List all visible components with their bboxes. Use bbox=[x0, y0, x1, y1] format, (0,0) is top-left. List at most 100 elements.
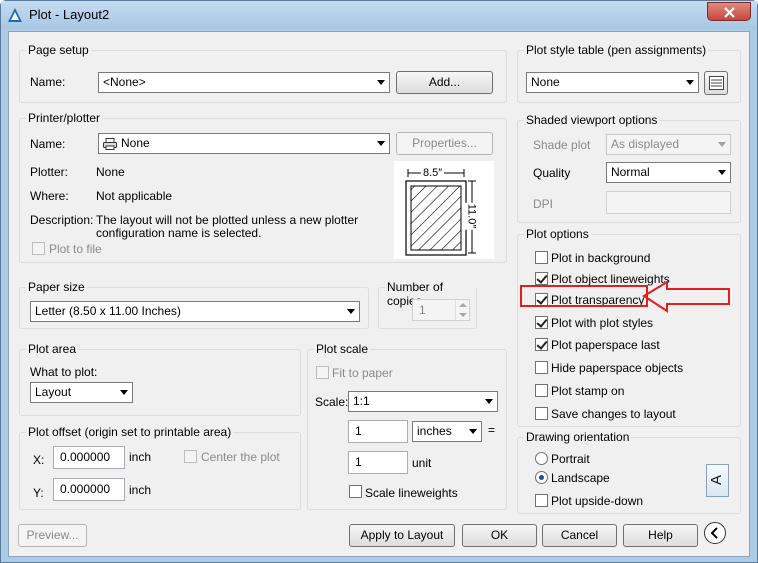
paper-preview: 8.5″ 11.0″ bbox=[394, 161, 494, 259]
help-button[interactable]: Help bbox=[623, 524, 698, 547]
close-button[interactable] bbox=[707, 2, 751, 21]
chevron-down-icon bbox=[377, 80, 385, 85]
plot-options-group: Plot options Plot in background Plot obje… bbox=[517, 227, 741, 427]
orientation-title: Drawing orientation bbox=[524, 430, 632, 444]
plot-option-label: Save changes to layout bbox=[551, 407, 676, 421]
paper-size-combo[interactable]: Letter (8.50 x 11.00 Inches) bbox=[30, 301, 360, 322]
scale-value: 1:1 bbox=[353, 394, 370, 408]
annotation-highlight-box bbox=[520, 285, 648, 307]
preview-button[interactable]: Preview... bbox=[18, 524, 87, 547]
plot-offset-group: Plot offset (origin set to printable are… bbox=[19, 425, 301, 510]
shade-plot-combo[interactable]: As displayed bbox=[606, 134, 731, 155]
offset-y-label: Y: bbox=[33, 486, 44, 500]
autocad-logo-icon bbox=[8, 8, 22, 22]
close-icon bbox=[724, 7, 735, 18]
less-options-button[interactable] bbox=[704, 522, 726, 544]
shaded-title: Shaded viewport options bbox=[524, 113, 660, 127]
plot-option-checkbox[interactable] bbox=[535, 316, 548, 329]
scale-value2: 1 bbox=[355, 455, 362, 469]
cancel-button[interactable]: Cancel bbox=[542, 524, 617, 547]
plot-option-label: Plot stamp on bbox=[551, 384, 625, 398]
title-bar[interactable]: Plot - Layout2 bbox=[1, 1, 757, 29]
plot-option-checkbox[interactable] bbox=[535, 251, 548, 264]
scale-value1: 1 bbox=[355, 424, 362, 438]
plot-area-title: Plot area bbox=[26, 342, 79, 356]
edit-plot-style-button[interactable] bbox=[704, 71, 728, 95]
page-setup-name-label: Name: bbox=[30, 75, 66, 89]
page-setup-group: Page setup Name: <None> Add... bbox=[19, 43, 507, 103]
scale-lineweights-checkbox[interactable] bbox=[349, 485, 362, 498]
shade-plot-value: As displayed bbox=[611, 137, 680, 151]
where-value: Not applicable bbox=[96, 189, 173, 203]
offset-x-value: 0.000000 bbox=[60, 450, 111, 464]
portrait-radio[interactable] bbox=[535, 452, 548, 465]
plot-style-value: None bbox=[531, 75, 560, 89]
center-plot-label: Center the plot bbox=[201, 450, 280, 464]
chevron-down-icon bbox=[718, 142, 726, 147]
chevron-down-icon bbox=[686, 80, 694, 85]
plot-option-label: Plot paperspace last bbox=[551, 338, 660, 352]
chevron-down-icon bbox=[120, 390, 128, 395]
properties-button[interactable]: Properties... bbox=[396, 132, 493, 155]
upside-down-checkbox[interactable] bbox=[535, 494, 548, 507]
page-setup-name-combo[interactable]: <None> bbox=[98, 72, 390, 93]
what-to-plot-label: What to plot: bbox=[30, 365, 98, 379]
where-label: Where: bbox=[30, 189, 69, 203]
plot-option-checkbox[interactable] bbox=[535, 361, 548, 374]
shaded-viewport-group: Shaded viewport options Shade plot As di… bbox=[517, 113, 741, 223]
window-title: Plot - Layout2 bbox=[29, 7, 110, 22]
plot-style-combo[interactable]: None bbox=[526, 72, 699, 93]
offset-y-value: 0.000000 bbox=[60, 482, 111, 496]
plot-option-label: Hide paperspace objects bbox=[551, 361, 684, 375]
scale-value1-input[interactable]: 1 bbox=[348, 420, 408, 443]
plot-offset-title: Plot offset (origin set to printable are… bbox=[26, 425, 234, 439]
landscape-radio[interactable] bbox=[535, 471, 548, 484]
drawing-orientation-group: Drawing orientation Portrait Landscape P… bbox=[517, 430, 741, 514]
printer-plotter-title: Printer/plotter bbox=[26, 111, 103, 125]
quality-combo[interactable]: Normal bbox=[606, 162, 731, 183]
chevron-down-icon bbox=[469, 429, 477, 434]
paper-size-group: Paper size Letter (8.50 x 11.00 Inches) bbox=[19, 280, 369, 329]
plot-style-title: Plot style table (pen assignments) bbox=[524, 43, 709, 57]
plot-option-checkbox[interactable] bbox=[535, 384, 548, 397]
plot-option-label: Plot in background bbox=[551, 251, 651, 265]
printer-name-label: Name: bbox=[30, 137, 66, 151]
table-edit-icon bbox=[709, 76, 724, 90]
what-to-plot-value: Layout bbox=[35, 385, 72, 399]
chevron-down-icon bbox=[347, 309, 355, 314]
fit-to-paper-checkbox[interactable] bbox=[316, 366, 329, 379]
dpi-input[interactable] bbox=[606, 191, 731, 214]
paper-width-label: 8.5″ bbox=[421, 166, 445, 180]
scale-lineweights-label: Scale lineweights bbox=[365, 486, 458, 500]
plot-to-file-label: Plot to file bbox=[49, 242, 102, 256]
quality-value: Normal bbox=[611, 165, 650, 179]
offset-y-input[interactable]: 0.000000 bbox=[53, 478, 125, 501]
chevron-down-icon bbox=[377, 141, 385, 146]
scale-value2-input[interactable]: 1 bbox=[348, 451, 408, 474]
printer-name-combo[interactable]: None bbox=[98, 133, 390, 154]
chevron-down-icon bbox=[485, 399, 493, 404]
plotter-value: None bbox=[96, 165, 125, 179]
plot-to-file-checkbox[interactable] bbox=[32, 242, 45, 255]
chevron-left-icon bbox=[710, 527, 718, 539]
plot-option-checkbox[interactable] bbox=[535, 407, 548, 420]
ok-button[interactable]: OK bbox=[462, 524, 537, 547]
portrait-label: Portrait bbox=[551, 452, 590, 466]
offset-y-unit: inch bbox=[129, 483, 152, 497]
plot-scale-title: Plot scale bbox=[314, 342, 371, 356]
scale-unit1: inches bbox=[417, 424, 452, 438]
center-plot-checkbox[interactable] bbox=[184, 450, 197, 463]
copies-spinner[interactable]: 1 bbox=[412, 299, 470, 321]
plot-option-checkbox[interactable] bbox=[535, 338, 548, 351]
scale-unit-combo[interactable]: inches bbox=[412, 421, 482, 442]
scale-combo[interactable]: 1:1 bbox=[348, 391, 498, 412]
what-to-plot-combo[interactable]: Layout bbox=[30, 382, 133, 403]
plot-dialog-window: Plot - Layout2 Page setup Name: <None> A… bbox=[0, 0, 758, 563]
apply-to-layout-button[interactable]: Apply to Layout bbox=[349, 524, 455, 547]
fit-to-paper-label: Fit to paper bbox=[332, 366, 393, 380]
offset-x-input[interactable]: 0.000000 bbox=[53, 446, 125, 469]
copies-spin-buttons[interactable] bbox=[455, 300, 469, 320]
add-page-setup-button[interactable]: Add... bbox=[396, 71, 493, 94]
plotter-label: Plotter: bbox=[30, 165, 69, 179]
plot-option-checkbox[interactable] bbox=[535, 272, 548, 285]
